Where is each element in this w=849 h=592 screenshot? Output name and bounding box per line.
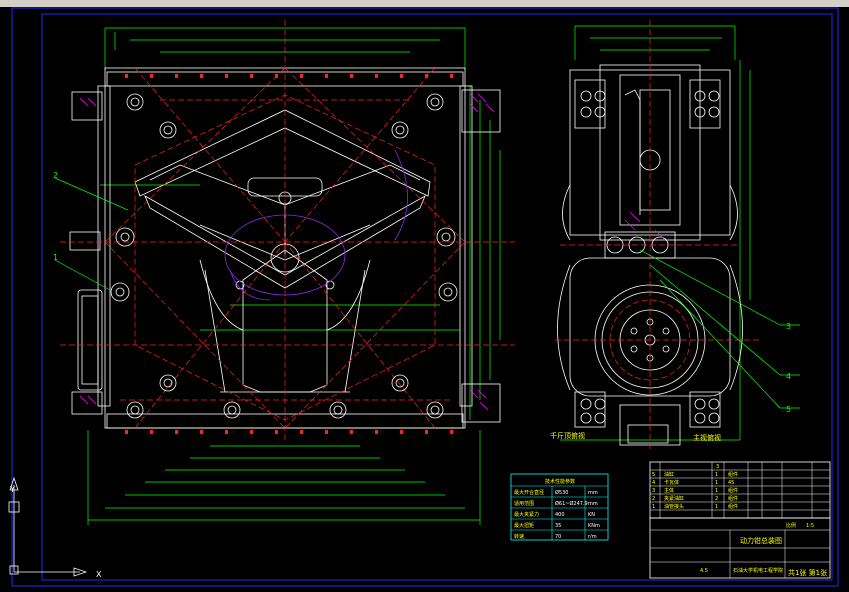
parts-row-no: 1 — [652, 504, 655, 510]
front-bolt-heads — [110, 93, 458, 419]
tech-row-value: 35 — [555, 523, 561, 529]
tech-row-value: Ø61~Ø247.9 — [555, 500, 588, 507]
balloon-3: 3 — [786, 322, 791, 331]
tech-row-name: 转速 — [514, 533, 524, 540]
parts-row-no: 5 — [652, 472, 655, 478]
ucs-x-label: X — [96, 570, 102, 579]
parts-row-no: 3 — [652, 488, 655, 494]
balloon-4: 4 — [786, 372, 791, 381]
scale-label: 比例 — [786, 522, 796, 529]
parts-row-no: 4 — [652, 480, 655, 486]
side-dimensions — [560, 25, 751, 441]
tech-row-unit: mm — [588, 501, 598, 507]
parts-row-name: 油缸 — [664, 471, 674, 478]
front-view: 2 1 — [53, 20, 515, 525]
front-balloon-leaders — [54, 177, 129, 291]
weight-value: 4.5 — [700, 568, 708, 574]
tech-row-name: 最大夹紧力 — [514, 511, 539, 518]
parts-row-qty: 1 — [715, 480, 718, 486]
parts-row-qty: 1 — [715, 488, 718, 494]
front-centerlines — [60, 20, 515, 440]
balloon-5: 5 — [786, 405, 791, 414]
parts-row-material: 45 — [728, 480, 734, 486]
ucs-icon — [8, 476, 88, 577]
tech-row-name: 最大扭矩 — [514, 522, 534, 529]
parts-row-name: 卡瓦体 — [664, 479, 679, 486]
tech-row-unit: KN — [588, 512, 595, 518]
view-label-right: 主视俯视 — [693, 433, 721, 442]
front-dimensions — [87, 27, 501, 525]
parts-qty-header: 3 — [716, 464, 719, 470]
side-view: 3 4 5 千斤顶俯视 主视俯视 — [550, 20, 800, 450]
ucs-y-label: Y — [9, 485, 15, 494]
tech-row-unit: r/m — [588, 534, 597, 540]
scale-value: 1:5 — [806, 523, 814, 529]
sheet-info: 共1张 第1张 — [788, 568, 827, 577]
parts-row-material: 组件 — [728, 503, 738, 510]
title-block: 动力钳总装图 比例 1:5 4.5 石油大学机电工程学院 共1张 第1张 — [649, 517, 831, 579]
tech-row-value: Ø530 — [555, 489, 568, 496]
parts-row-qty: 1 — [715, 504, 718, 510]
parts-row-name: 夹紧油缸 — [664, 495, 684, 502]
tech-parameter-table: 技术性能参数 最大开合直径 Ø530 mm 适用范围 Ø61~Ø247.9 mm 最大夹紧力… — [510, 473, 609, 541]
front-arc-lines — [224, 149, 408, 301]
parts-row-qty: 2 — [715, 496, 718, 502]
tech-row-name: 最大开合直径 — [514, 489, 544, 496]
front-section-hatch — [79, 93, 495, 411]
parts-list-table: 3 5 油缸 1 组件 4 卡瓦体 1 45 3 主体 1 组件 2 夹紧油缸 2 组件 1 油管接头 1 组件 — [649, 461, 831, 519]
tech-table-title: 技术性能参数 — [545, 478, 575, 485]
parts-row-material: 组件 — [728, 495, 738, 502]
drawing-title: 动力钳总装图 — [740, 536, 782, 545]
parts-row-material: 组件 — [728, 487, 738, 494]
parts-row-name: 主体 — [664, 487, 674, 494]
tech-row-value: 400 — [555, 512, 565, 518]
cad-drawing-canvas[interactable]: 2 1 3 4 5 千斤顶俯视 主视俯视 技术性能参数 最大开合直径 Ø530 … — [0, 0, 849, 592]
side-section-hatch — [624, 211, 666, 241]
parts-row-name: 油管接头 — [664, 503, 684, 510]
tech-row-name: 适用范围 — [514, 500, 534, 507]
school-name: 石油大学机电工程学院 — [733, 567, 783, 574]
parts-row-material: 组件 — [728, 471, 738, 478]
parts-row-no: 2 — [652, 496, 655, 502]
tech-row-unit: KNm — [588, 523, 600, 529]
balloon-1: 1 — [53, 253, 58, 262]
view-label-left: 千斤顶俯视 — [550, 431, 585, 440]
tech-row-unit: mm — [588, 490, 598, 496]
tech-row-value: 70 — [555, 534, 561, 540]
parts-row-qty: 1 — [715, 472, 718, 478]
balloon-2: 2 — [53, 171, 58, 180]
